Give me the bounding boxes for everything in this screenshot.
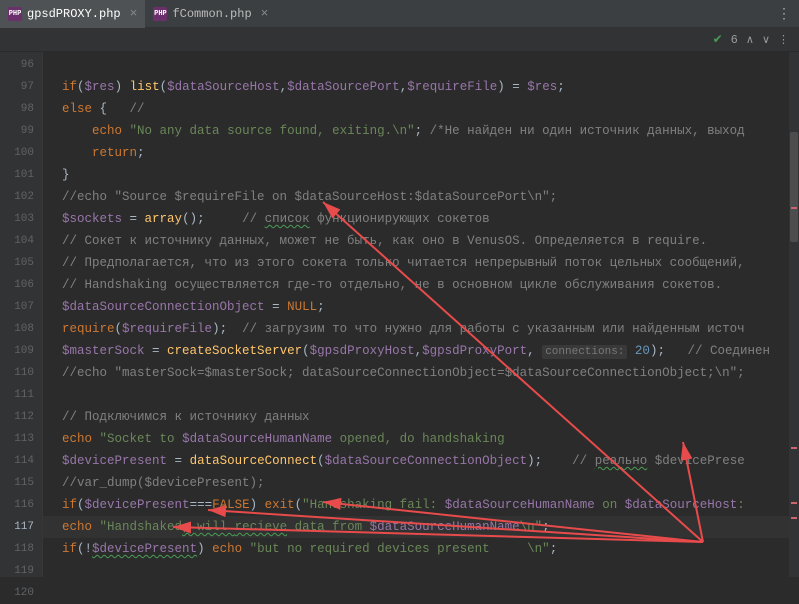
close-icon[interactable]: × — [130, 6, 138, 21]
tab-label: gpsdPROXY.php — [27, 7, 121, 21]
code-line[interactable]: echo "No any data source found, exiting.… — [43, 120, 799, 142]
code-line[interactable]: return; — [43, 142, 799, 164]
line-gutter: 96 97 98 99 100 101 102 103 104 105 106 … — [0, 52, 43, 577]
line-number: 118 — [0, 538, 42, 560]
code-line[interactable] — [43, 560, 799, 577]
line-number: 108 — [0, 318, 42, 340]
line-number: 104 — [0, 230, 42, 252]
code-line[interactable]: − else { // — [43, 98, 799, 120]
param-hint: connections: — [542, 345, 627, 359]
line-number: 106 — [0, 274, 42, 296]
problem-count: 6 — [731, 33, 738, 47]
line-number: 119 — [0, 560, 42, 582]
line-number: 112 — [0, 406, 42, 428]
line-number: 97 — [0, 76, 42, 98]
line-number: 113 — [0, 428, 42, 450]
code-line[interactable]: require($requireFile); // загрузим то чт… — [43, 318, 799, 340]
code-line[interactable] — [43, 384, 799, 406]
line-number: 111 — [0, 384, 42, 406]
line-number: 115 — [0, 472, 42, 494]
code-line[interactable]: // Подключимся к источнику данных — [43, 406, 799, 428]
code-line[interactable]: } — [43, 164, 799, 186]
code-line[interactable]: − $sockets = array(); // список функцион… — [43, 208, 799, 230]
next-problem[interactable]: ∨ — [762, 33, 770, 47]
line-number: 101 — [0, 164, 42, 186]
marker[interactable] — [791, 502, 797, 504]
code-line[interactable]: // Сокет к источнику данных, может не бы… — [43, 230, 799, 252]
line-number: 96 — [0, 54, 42, 76]
line-number: 98 — [0, 98, 42, 120]
code-line[interactable]: //echo "masterSock=$masterSock; dataSour… — [43, 362, 799, 384]
marker[interactable] — [791, 447, 797, 449]
line-number: 99 — [0, 120, 42, 142]
marker[interactable] — [791, 207, 797, 209]
line-number: 100 — [0, 142, 42, 164]
php-icon: PHP — [8, 7, 22, 21]
marker[interactable] — [791, 517, 797, 519]
line-number: 114 — [0, 450, 42, 472]
code-line[interactable]: $devicePresent = dataSourceConnect($data… — [43, 450, 799, 472]
check-icon: ✔ — [713, 32, 723, 47]
code-line[interactable]: − if($res) list($dataSourceHost,$dataSou… — [43, 76, 799, 98]
code-line[interactable]: $dataSourceConnectionObject = NULL; — [43, 296, 799, 318]
line-number: 105 — [0, 252, 42, 274]
line-number: 117 — [0, 516, 42, 538]
line-number: 107 — [0, 296, 42, 318]
line-number: 120 — [0, 582, 42, 604]
line-number: 116 — [0, 494, 42, 516]
scrollbar[interactable] — [789, 52, 799, 577]
inspection-menu-icon[interactable]: ⋮ — [778, 33, 789, 47]
tabs-menu-icon[interactable]: ⋮ — [777, 6, 791, 23]
code-line[interactable]: // Предполагается, что из этого сокета т… — [43, 252, 799, 274]
tab-fcommon[interactable]: PHP fCommon.php × — [145, 0, 276, 28]
code-line[interactable]: //echo "Source $requireFile on $dataSour… — [43, 186, 799, 208]
code-line[interactable] — [43, 54, 799, 76]
php-icon: PHP — [153, 7, 167, 21]
line-number: 110 — [0, 362, 42, 384]
tab-label: fCommon.php — [172, 7, 251, 21]
code-editor[interactable]: 96 97 98 99 100 101 102 103 104 105 106 … — [0, 52, 799, 577]
inspection-bar: ✔ 6 ∧ ∨ ⋮ — [0, 28, 799, 52]
code-line[interactable]: //var_dump($devicePresent); — [43, 472, 799, 494]
code-area[interactable]: − if($res) list($dataSourceHost,$dataSou… — [43, 52, 799, 577]
code-line[interactable]: if(!$devicePresent) echo "but no require… — [43, 538, 799, 560]
close-icon[interactable]: × — [261, 6, 269, 21]
line-number: 103 — [0, 208, 42, 230]
code-line[interactable]: echo "Socket to $dataSourceHumanName ope… — [43, 428, 799, 450]
line-number: 102 — [0, 186, 42, 208]
tab-gpsdproxy[interactable]: PHP gpsdPROXY.php × — [0, 0, 145, 28]
prev-problem[interactable]: ∧ — [746, 33, 754, 47]
code-line[interactable]: $masterSock = createSocketServer($gpsdPr… — [43, 340, 799, 362]
scrollbar-thumb[interactable] — [790, 132, 798, 242]
editor-tabs: PHP gpsdPROXY.php × PHP fCommon.php × ⋮ — [0, 0, 799, 28]
code-line[interactable]: if($devicePresent===FALSE) exit("Handsha… — [43, 494, 799, 516]
code-line[interactable]: // Handshaking осуществляется где-то отд… — [43, 274, 799, 296]
code-line[interactable]: echo "Handshaked, will recieve data from… — [43, 516, 799, 538]
line-number: 109 — [0, 340, 42, 362]
